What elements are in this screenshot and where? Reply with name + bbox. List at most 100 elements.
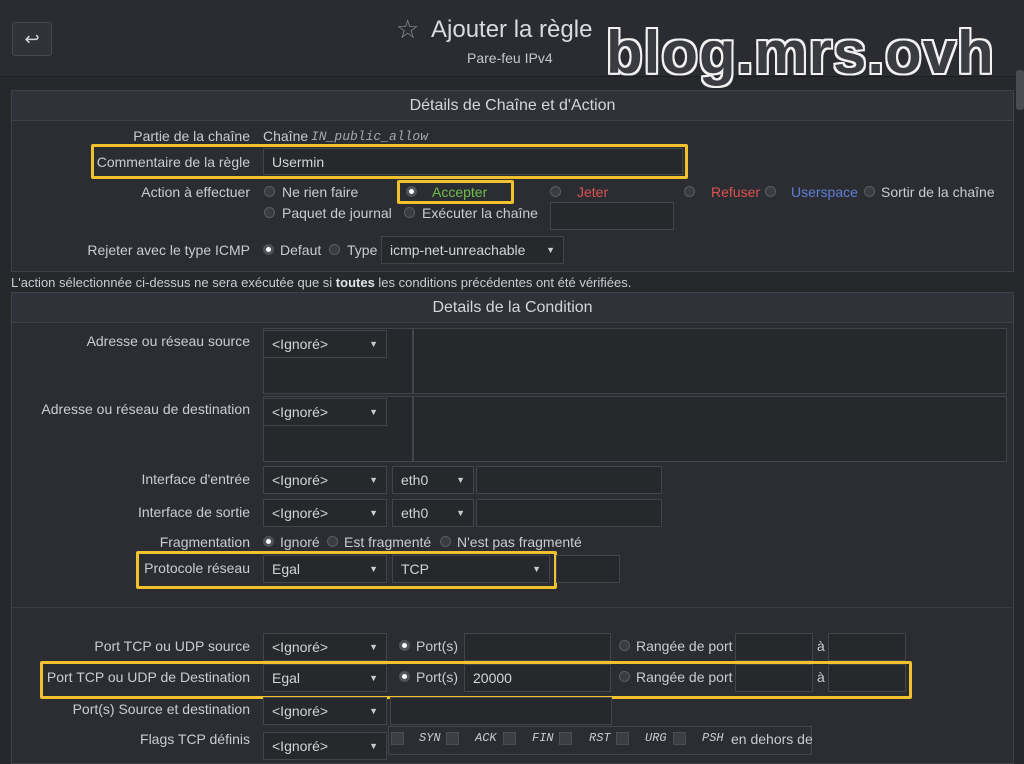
- out-iface-mode-select[interactable]: <Ignoré> ▼: [263, 499, 387, 527]
- protocol-other-input[interactable]: [556, 555, 620, 583]
- src-addr-select[interactable]: <Ignoré> ▼: [263, 330, 387, 358]
- dst-range-from-input[interactable]: [735, 664, 813, 692]
- chevron-down-icon: ▼: [369, 508, 378, 518]
- src-dst-ports-select[interactable]: <Ignoré> ▼: [263, 697, 387, 725]
- chevron-down-icon: ▼: [369, 407, 378, 417]
- option-log: Paquet de journal: [282, 205, 392, 221]
- dst-range-label: Rangée de port: [636, 669, 733, 685]
- radio-icmp-default[interactable]: [263, 244, 274, 255]
- flag-psh: PSH: [702, 731, 724, 745]
- chevron-down-icon: ▼: [369, 642, 378, 652]
- src-range-to-input[interactable]: [828, 633, 906, 661]
- radio-frag-no[interactable]: [440, 536, 451, 547]
- out-iface-value: eth0: [401, 505, 429, 521]
- radio-accept[interactable]: [406, 186, 417, 197]
- out-iface-input[interactable]: [476, 499, 662, 527]
- icmp-type-select[interactable]: icmp-net-unreachable ▼: [381, 236, 564, 264]
- src-port-mode-select[interactable]: <Ignoré> ▼: [263, 633, 387, 661]
- option-nothing: Ne rien faire: [282, 184, 359, 200]
- comment-input[interactable]: Usermin: [263, 148, 683, 175]
- radio-src-range[interactable]: [619, 640, 630, 651]
- chevron-down-icon: ▼: [369, 564, 378, 574]
- chain-name: IN_public_allow: [311, 129, 429, 144]
- radio-dst-range[interactable]: [619, 671, 630, 682]
- src-addr-textarea[interactable]: [413, 328, 1007, 394]
- flag-psh-checkbox[interactable]: [673, 732, 686, 745]
- radio-nothing[interactable]: [264, 186, 275, 197]
- chevron-down-icon: ▼: [369, 706, 378, 716]
- chevron-down-icon: ▼: [369, 673, 378, 683]
- option-drop: Jeter: [577, 184, 609, 200]
- action-label: Action à effectuer: [141, 184, 250, 200]
- dst-range-to: à: [817, 669, 825, 685]
- src-ports-input[interactable]: [464, 633, 611, 661]
- src-addr-value: <Ignoré>: [272, 336, 329, 352]
- chevron-down-icon: ▼: [532, 564, 541, 574]
- radio-src-ports[interactable]: [399, 640, 410, 651]
- flag-ack-checkbox[interactable]: [446, 732, 459, 745]
- in-iface-label: Interface d'entrée: [141, 471, 250, 487]
- dst-addr-textarea[interactable]: [413, 396, 1007, 462]
- back-arrow-icon: ↩: [24, 28, 40, 49]
- scrollbar-thumb[interactable]: [1016, 70, 1024, 110]
- in-iface-mode-select[interactable]: <Ignoré> ▼: [263, 466, 387, 494]
- flag-urg-checkbox[interactable]: [616, 732, 629, 745]
- src-port-mode-value: <Ignoré>: [272, 639, 329, 655]
- flag-rst-checkbox[interactable]: [559, 732, 572, 745]
- dst-addr-value: <Ignoré>: [272, 404, 329, 420]
- chevron-down-icon: ▼: [369, 475, 378, 485]
- chevron-down-icon: ▼: [456, 475, 465, 485]
- radio-reject[interactable]: [684, 186, 695, 197]
- flag-fin-checkbox[interactable]: [503, 732, 516, 745]
- tcp-flags-select[interactable]: <Ignoré> ▼: [263, 732, 387, 760]
- dst-range-to-input[interactable]: [828, 664, 906, 692]
- dst-addr-select[interactable]: <Ignoré> ▼: [263, 398, 387, 426]
- src-dst-ports-input[interactable]: [390, 697, 612, 725]
- radio-log[interactable]: [264, 207, 275, 218]
- icmp-default-label: Defaut: [280, 242, 322, 258]
- protocol-select[interactable]: TCP ▼: [392, 555, 550, 583]
- in-iface-value: eth0: [401, 472, 429, 488]
- note-text-2: les conditions précédentes ont été vérif…: [374, 275, 632, 290]
- protocol-mode-value: Egal: [272, 561, 301, 577]
- dst-ports-input[interactable]: 20000: [464, 664, 611, 692]
- dst-ports-value: 20000: [473, 670, 512, 686]
- in-iface-select[interactable]: eth0 ▼: [392, 466, 474, 494]
- icmp-label: Rejeter avec le type ICMP: [87, 242, 250, 258]
- dst-port-mode-select[interactable]: Egal ▼: [263, 664, 387, 692]
- radio-frag-ignored[interactable]: [263, 536, 274, 547]
- radio-run[interactable]: [404, 207, 415, 218]
- section-title-action: Détails de Chaîne et d'Action: [11, 90, 1014, 122]
- radio-exit[interactable]: [864, 186, 875, 197]
- protocol-value: TCP: [401, 561, 429, 577]
- src-dst-ports-label: Port(s) Source et destination: [72, 701, 250, 717]
- in-iface-input[interactable]: [476, 466, 662, 494]
- src-ports-label: Port(s): [416, 638, 458, 654]
- watermark: blog.mrs.ovh: [606, 19, 995, 86]
- condition-note: L'action sélectionnée ci-dessus ne sera …: [11, 275, 631, 290]
- tcp-flags-label: Flags TCP définis: [140, 731, 250, 747]
- comment-label: Commentaire de la règle: [96, 154, 250, 170]
- chevron-down-icon: ▼: [546, 245, 555, 255]
- separator: [11, 607, 1012, 608]
- radio-icmp-type[interactable]: [329, 244, 340, 255]
- chain-prefix: Chaîne: [263, 128, 309, 144]
- star-icon[interactable]: ☆: [396, 14, 419, 45]
- src-range-from-input[interactable]: [735, 633, 813, 661]
- frag-label: Fragmentation: [159, 534, 250, 550]
- radio-dst-ports[interactable]: [399, 671, 410, 682]
- radio-frag-yes[interactable]: [327, 536, 338, 547]
- radio-drop[interactable]: [550, 186, 561, 197]
- out-iface-select[interactable]: eth0 ▼: [392, 499, 474, 527]
- chevron-down-icon: ▼: [369, 741, 378, 751]
- back-button[interactable]: ↩: [12, 22, 52, 56]
- radio-userspace[interactable]: [765, 186, 776, 197]
- page-subtitle: Pare-feu IPv4: [467, 50, 553, 66]
- protocol-mode-select[interactable]: Egal ▼: [263, 555, 387, 583]
- flag-syn-checkbox[interactable]: [391, 732, 404, 745]
- in-iface-mode-value: <Ignoré>: [272, 472, 329, 488]
- run-chain-input[interactable]: [550, 202, 674, 230]
- option-reject: Refuser: [711, 184, 761, 200]
- flag-rst: RST: [589, 731, 611, 745]
- chevron-down-icon: ▼: [456, 508, 465, 518]
